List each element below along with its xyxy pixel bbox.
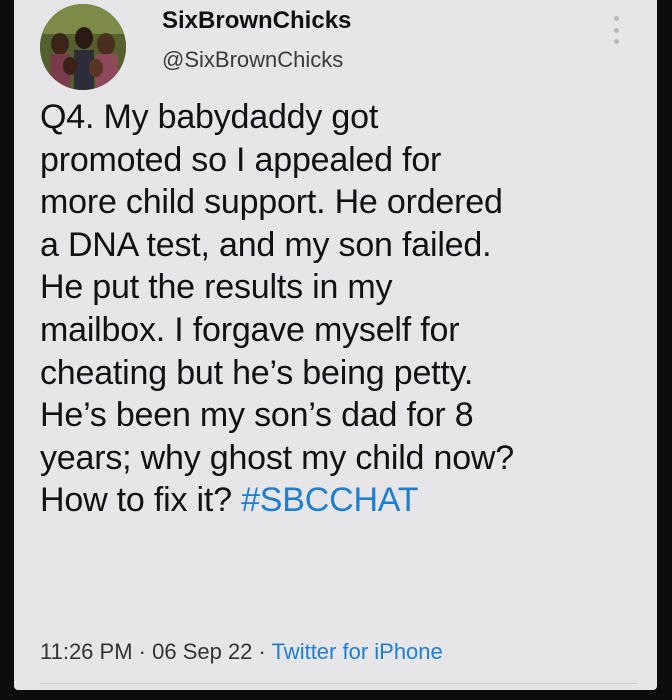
tweet-source-link[interactable]: Twitter for iPhone — [272, 639, 443, 664]
tweet-line: Q4. My babydaddy got — [40, 98, 379, 136]
dot — [613, 27, 619, 33]
tweet-meta: 11:26 PM · 06 Sep 22 · Twitter for iPhon… — [40, 638, 443, 666]
dot — [613, 39, 619, 44]
tweet-header: SixBrownChicks @SixBrownChicks — [40, 4, 640, 90]
tweet-line-last: How to fix it? #SBCCHAT — [40, 479, 640, 522]
tweet-line: a DNA test, and my son failed. — [40, 225, 492, 264]
tweet-text: Q4. My babydaddy got promoted so I appea… — [40, 96, 640, 522]
dot — [613, 16, 619, 21]
tweet-line: years; why ghost my child now? — [40, 438, 514, 477]
user-handle[interactable]: @SixBrownChicks — [162, 47, 351, 73]
tweet-card: SixBrownChicks @SixBrownChicks Q4. My ba… — [14, 0, 657, 690]
meta-separator: · — [132, 639, 153, 664]
tweet-line-text: How to fix it? — [40, 481, 232, 520]
tweet-line: cheating but he’s being petty. — [40, 353, 474, 392]
tweet-line: more child support. He ordered — [40, 183, 503, 222]
tweet-time[interactable]: 11:26 PM — [40, 639, 133, 664]
meta-separator: · — [252, 639, 272, 664]
tweet-date[interactable]: 06 Sep 22 — [152, 639, 252, 664]
tweet-line: mailbox. I forgave myself for — [40, 310, 460, 349]
user-names: SixBrownChicks @SixBrownChicks — [162, 6, 351, 73]
divider — [40, 683, 637, 684]
tweet-line: He’s been my son’s dad for 8 — [40, 396, 474, 435]
hashtag-link[interactable]: #SBCCHAT — [241, 481, 418, 519]
avatar[interactable] — [40, 4, 126, 90]
tweet-line: He put the results in my — [40, 268, 393, 307]
display-name[interactable]: SixBrownChicks — [162, 6, 351, 36]
more-vertical-icon[interactable] — [606, 12, 626, 48]
tweet-line: promoted so I appealed for — [40, 140, 442, 179]
avatar-image — [40, 4, 126, 90]
